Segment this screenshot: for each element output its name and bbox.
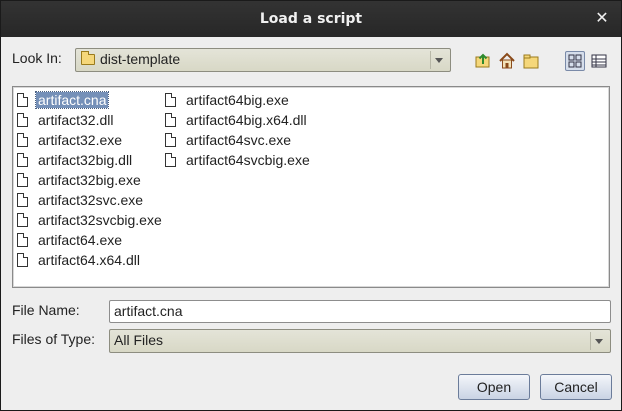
file-name: artifact32.exe [38, 132, 123, 148]
file-icon [165, 113, 176, 128]
file-name: artifact.cna [34, 91, 110, 109]
file-name: artifact64big.x64.dll [186, 112, 307, 128]
file-item[interactable]: artifact64.exe [17, 231, 164, 251]
look-in-label: Look In: [12, 50, 62, 66]
file-name: artifact32svcbig.exe [38, 212, 162, 228]
file-icon [17, 153, 28, 168]
file-column: artifact64big.exe artifact64big.x64.dll ar… [165, 91, 312, 171]
file-icon [165, 153, 176, 168]
file-name-input[interactable]: artifact.cna [109, 300, 611, 323]
file-name: artifact64.x64.dll [38, 252, 140, 268]
file-icon [17, 233, 28, 248]
list-view-icon[interactable] [565, 51, 585, 71]
new-folder-icon[interactable] [521, 51, 541, 71]
file-name: artifact32big.dll [38, 152, 133, 168]
file-item[interactable]: artifact32svcbig.exe [17, 211, 164, 231]
file-icon [17, 253, 28, 268]
file-icon [165, 133, 176, 148]
file-name: artifact32.dll [38, 112, 114, 128]
home-icon[interactable] [497, 51, 517, 71]
file-icon [17, 113, 28, 128]
file-name: artifact64.exe [38, 232, 123, 248]
file-icon [17, 213, 28, 228]
chevron-down-icon[interactable] [590, 332, 608, 350]
look-in-combo[interactable]: dist-template [75, 48, 451, 72]
file-item[interactable]: artifact32.exe [17, 131, 164, 151]
file-column: artifact.cna artifact32.dll artifact32.exe… [17, 91, 164, 271]
file-item[interactable]: artifact.cna [17, 91, 164, 111]
file-item[interactable]: artifact32svc.exe [17, 191, 164, 211]
file-item[interactable]: artifact64.x64.dll [17, 251, 164, 271]
file-item[interactable]: artifact64svc.exe [165, 131, 312, 151]
file-name-label: File Name: [12, 302, 80, 318]
chevron-down-icon[interactable] [430, 51, 448, 69]
file-type-combo[interactable]: All Files [109, 329, 611, 353]
open-button[interactable]: Open [458, 374, 530, 400]
file-name: artifact64svc.exe [186, 132, 292, 148]
close-button[interactable]: ✕ [593, 9, 611, 27]
file-item[interactable]: artifact64big.x64.dll [165, 111, 312, 131]
look-in-value: dist-template [100, 51, 181, 67]
file-name: artifact64svcbig.exe [186, 152, 310, 168]
file-item[interactable]: artifact32big.dll [17, 151, 164, 171]
file-icon [17, 93, 28, 108]
file-item[interactable]: artifact32big.exe [17, 171, 164, 191]
title-bar[interactable]: Load a script ✕ [1, 1, 621, 37]
file-type-value: All Files [114, 332, 164, 348]
file-type-label: Files of Type: [12, 331, 96, 347]
file-icon [17, 133, 28, 148]
file-icon [17, 173, 28, 188]
file-name: artifact32svc.exe [38, 192, 144, 208]
file-list[interactable]: artifact.cna artifact32.dll artifact32.exe… [12, 86, 610, 288]
up-folder-icon[interactable] [473, 51, 493, 71]
dialog-title: Load a script [259, 11, 363, 27]
file-name: artifact32big.exe [38, 172, 141, 188]
cancel-button[interactable]: Cancel [540, 374, 612, 400]
file-item[interactable]: artifact64svcbig.exe [165, 151, 312, 171]
load-script-dialog: Load a script ✕ Look In: dist-template a… [0, 0, 622, 411]
file-item[interactable]: artifact32.dll [17, 111, 164, 131]
file-name: artifact64big.exe [186, 92, 289, 108]
dialog-body: Look In: dist-template artifact.cna arti… [1, 37, 621, 410]
details-view-icon[interactable] [589, 51, 609, 71]
file-item[interactable]: artifact64big.exe [165, 91, 312, 111]
file-icon [165, 93, 176, 108]
file-icon [17, 193, 28, 208]
folder-icon [81, 51, 95, 65]
